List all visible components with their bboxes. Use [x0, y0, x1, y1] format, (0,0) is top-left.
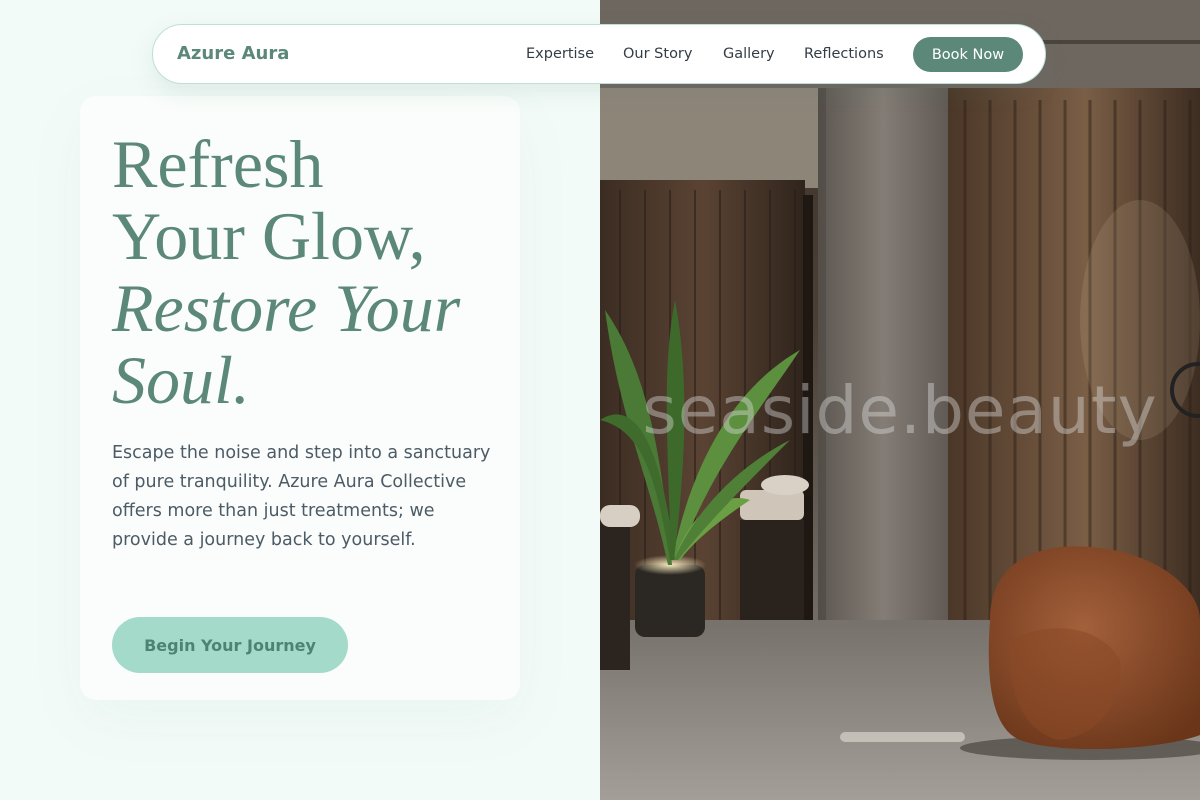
begin-journey-button[interactable]: Begin Your Journey: [112, 617, 348, 673]
navbar: Azure Aura Expertise Our Story Gallery R…: [152, 24, 1046, 84]
landing-page: seaside.beauty Refresh Your Glow, Restor…: [0, 0, 1200, 800]
book-now-button[interactable]: Book Now: [913, 37, 1023, 72]
nav-link-gallery[interactable]: Gallery: [723, 46, 775, 62]
hero-title-line-4: Soul.: [112, 342, 250, 418]
nav-link-our-story[interactable]: Our Story: [623, 46, 692, 62]
spa-interior-illustration: [600, 0, 1200, 800]
hero-title-line-2: Your Glow,: [112, 198, 426, 274]
brand-logo[interactable]: Azure Aura: [177, 43, 289, 64]
hero-description: Escape the noise and step into a sanctua…: [112, 443, 491, 550]
spa-interior-image: [600, 0, 1200, 800]
hero-title: Refresh Your Glow, Restore Your Soul.: [112, 128, 532, 416]
hero-title-line-3: Restore Your: [112, 270, 461, 346]
nav-link-expertise[interactable]: Expertise: [526, 46, 594, 62]
nav-link-reflections[interactable]: Reflections: [804, 46, 884, 62]
hero-title-line-1: Refresh: [112, 126, 324, 202]
